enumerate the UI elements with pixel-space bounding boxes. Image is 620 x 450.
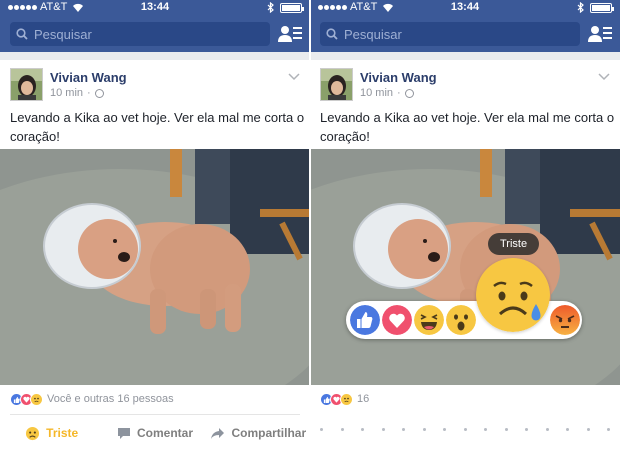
reactions-summary[interactable]: Você e outras 16 pessoas bbox=[10, 391, 174, 407]
post-time[interactable]: 10 min bbox=[50, 87, 83, 99]
status-right bbox=[267, 2, 304, 13]
post-meta: 10 min · bbox=[360, 87, 414, 99]
author-name[interactable]: Vivian Wang bbox=[50, 70, 127, 85]
post-actions: Triste Comentar Compartilhar bbox=[0, 422, 310, 444]
action-bar-placeholder bbox=[320, 428, 610, 431]
globe-icon bbox=[94, 88, 104, 98]
divider bbox=[10, 414, 300, 415]
love-reaction-option[interactable] bbox=[382, 305, 412, 335]
comment-icon bbox=[117, 427, 130, 439]
post-photo[interactable] bbox=[310, 149, 620, 385]
battery-icon bbox=[590, 2, 614, 13]
sad-reaction-option[interactable] bbox=[476, 258, 550, 332]
avatar[interactable] bbox=[320, 68, 353, 101]
clock: 13:44 bbox=[140, 1, 170, 13]
navigation-bar: AT&T 13:44 Pesquisar bbox=[310, 0, 620, 52]
comment-button[interactable]: Comentar bbox=[103, 422, 206, 444]
angry-reaction-option[interactable] bbox=[550, 305, 580, 335]
reactions-summary[interactable]: 16 bbox=[320, 391, 369, 407]
author-name[interactable]: Vivian Wang bbox=[360, 70, 437, 85]
like-reaction-option[interactable] bbox=[350, 305, 380, 335]
post-photo[interactable] bbox=[0, 149, 310, 385]
status-bar: AT&T 13:44 bbox=[310, 0, 620, 16]
clock: 13:44 bbox=[450, 1, 480, 13]
bluetooth-icon bbox=[267, 2, 274, 13]
sad-reaction-icon bbox=[30, 392, 43, 406]
screen-divider bbox=[309, 0, 311, 450]
reactions-summary-text: Você e outras 16 pessoas bbox=[47, 393, 174, 405]
friend-requests-icon[interactable] bbox=[588, 24, 612, 44]
chevron-down-icon[interactable] bbox=[598, 73, 610, 81]
screen-right: AT&T 13:44 Pesquisar Vivian Wang 10 min … bbox=[310, 0, 620, 450]
search-input[interactable]: Pesquisar bbox=[320, 22, 580, 46]
search-placeholder: Pesquisar bbox=[34, 26, 92, 42]
chevron-down-icon[interactable] bbox=[288, 73, 300, 81]
post-meta: 10 min · bbox=[50, 87, 104, 99]
post-text: Levando a Kika ao vet hoje. Ver ela mal … bbox=[10, 110, 305, 144]
reaction-tooltip: Triste bbox=[488, 233, 540, 255]
search-icon bbox=[16, 28, 28, 40]
search-input[interactable]: Pesquisar bbox=[10, 22, 270, 46]
navigation-bar: AT&T 13:44 Pesquisar bbox=[0, 0, 310, 52]
wow-reaction-option[interactable] bbox=[446, 305, 476, 335]
reaction-label: Triste bbox=[46, 426, 79, 440]
post-card: Vivian Wang 10 min · Levando a Kika ao v… bbox=[310, 60, 620, 450]
reactions-count: 16 bbox=[357, 393, 370, 405]
share-label: Compartilhar bbox=[231, 426, 307, 440]
sad-reaction-icon bbox=[340, 392, 353, 406]
share-button[interactable]: Compartilhar bbox=[207, 422, 310, 444]
status-right bbox=[577, 2, 614, 13]
friend-requests-icon[interactable] bbox=[278, 24, 302, 44]
battery-icon bbox=[280, 2, 304, 13]
comment-label: Comentar bbox=[136, 426, 193, 440]
status-bar: AT&T 13:44 bbox=[0, 0, 310, 16]
post-card: Vivian Wang 10 min · Levando a Kika ao v… bbox=[0, 60, 310, 450]
search-icon bbox=[326, 28, 338, 40]
post-text: Levando a Kika ao vet hoje. Ver ela mal … bbox=[320, 110, 615, 144]
search-placeholder: Pesquisar bbox=[344, 26, 402, 42]
post-time[interactable]: 10 min bbox=[360, 87, 393, 99]
bluetooth-icon bbox=[577, 2, 584, 13]
share-icon bbox=[211, 427, 225, 439]
globe-icon bbox=[404, 88, 414, 98]
haha-reaction-option[interactable] bbox=[414, 305, 444, 335]
sad-face-icon bbox=[26, 426, 40, 440]
screen-left: AT&T 13:44 Pesquisar Vivian Wang 10 min … bbox=[0, 0, 310, 450]
avatar[interactable] bbox=[10, 68, 43, 101]
reaction-button[interactable]: Triste bbox=[0, 422, 103, 444]
